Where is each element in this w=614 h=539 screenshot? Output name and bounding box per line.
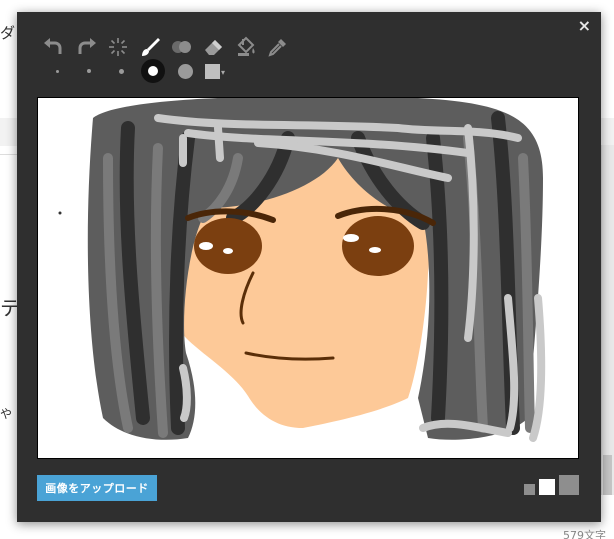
- brush-size-xs[interactable]: [41, 60, 73, 82]
- brush-size-m[interactable]: [105, 60, 137, 82]
- drawing-canvas[interactable]: [37, 97, 579, 459]
- brush-size-l[interactable]: [137, 59, 169, 83]
- eyedropper-icon[interactable]: [265, 35, 290, 59]
- canvas-size-medium[interactable]: [539, 479, 555, 495]
- canvas-size-small[interactable]: [524, 484, 535, 495]
- drawing-artwork: [58, 98, 546, 442]
- blend-icon[interactable]: [169, 35, 194, 59]
- brush-size-s[interactable]: [73, 60, 105, 82]
- tool-bar: [41, 34, 297, 60]
- background-scroll-thumb[interactable]: [603, 455, 612, 495]
- brush-size-selector: ▾: [41, 59, 225, 83]
- draw-dialog: × ▾ 画像をアップロード: [17, 12, 601, 522]
- chevron-down-icon[interactable]: ▾: [221, 68, 225, 77]
- spray-icon[interactable]: [105, 35, 130, 59]
- canvas-size-selector: [520, 475, 579, 495]
- undo-icon[interactable]: [41, 35, 66, 59]
- redo-icon[interactable]: [73, 35, 98, 59]
- close-button[interactable]: ×: [578, 16, 591, 35]
- char-count: 579文字: [563, 529, 606, 539]
- eraser-icon[interactable]: [201, 35, 226, 59]
- color-picker[interactable]: [205, 63, 220, 79]
- fill-bucket-icon[interactable]: [233, 35, 258, 59]
- canvas-size-large[interactable]: [559, 475, 579, 495]
- upload-image-button[interactable]: 画像をアップロード: [37, 475, 157, 501]
- brush-size-xl[interactable]: [169, 60, 201, 82]
- background-text-low: や: [0, 407, 13, 421]
- background-scrollbar[interactable]: [601, 145, 614, 495]
- brush-icon[interactable]: [137, 35, 162, 59]
